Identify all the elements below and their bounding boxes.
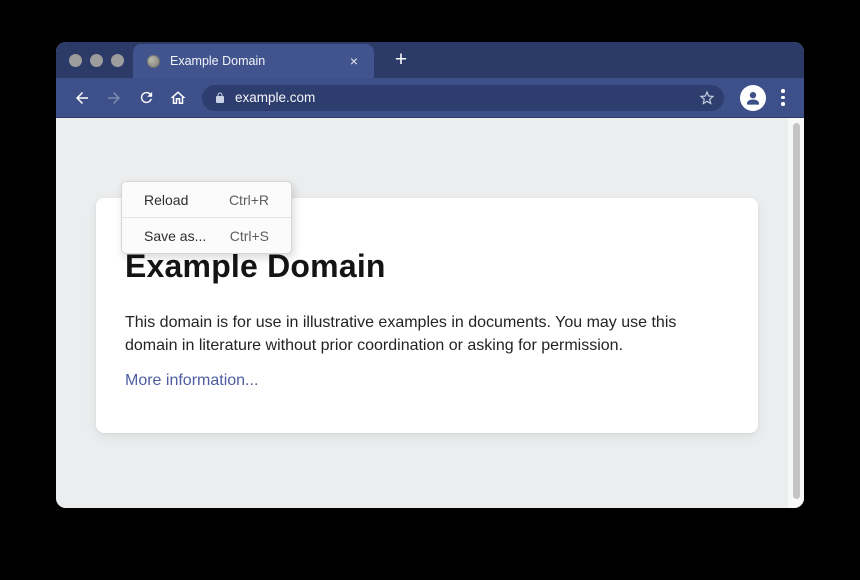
menu-item-label: Reload [144, 192, 188, 208]
context-menu-item-reload[interactable]: Reload Ctrl+R [122, 182, 291, 217]
profile-avatar-button[interactable] [740, 85, 766, 111]
kebab-dot [781, 89, 785, 93]
screenshot-canvas: { "window": { "tab": { "title": "Example… [0, 0, 860, 580]
back-arrow-icon [73, 89, 91, 107]
context-menu: Reload Ctrl+R Save as... Ctrl+S [121, 181, 292, 254]
home-button[interactable] [166, 86, 190, 110]
minimize-window-button[interactable] [90, 54, 103, 67]
menu-item-shortcut: Ctrl+S [230, 228, 269, 244]
tab-close-icon[interactable]: × [350, 54, 358, 68]
forward-button[interactable] [102, 86, 126, 110]
menu-item-label: Save as... [144, 228, 206, 244]
bookmark-button[interactable] [698, 89, 716, 107]
reload-button[interactable] [134, 86, 158, 110]
kebab-dot [781, 96, 785, 100]
maximize-window-button[interactable] [111, 54, 124, 67]
scrollbar-track[interactable] [788, 118, 804, 508]
browser-menu-button[interactable] [774, 86, 792, 110]
kebab-dot [781, 102, 785, 106]
browser-window: Example Domain × + example.com [56, 42, 804, 508]
browser-tab[interactable]: Example Domain × [133, 44, 374, 78]
scrollbar-thumb[interactable] [793, 123, 800, 499]
tab-title: Example Domain [170, 54, 350, 68]
back-button[interactable] [70, 86, 94, 110]
lock-icon [214, 91, 226, 105]
url-text: example.com [235, 90, 698, 105]
traffic-lights [69, 54, 124, 67]
star-outline-icon [698, 89, 716, 107]
menu-item-shortcut: Ctrl+R [229, 192, 269, 208]
avatar-person-icon [743, 88, 763, 108]
titlebar: Example Domain × + [56, 42, 804, 78]
page-body-text: This domain is for use in illustrative e… [125, 311, 717, 357]
browser-toolbar: example.com [56, 78, 804, 118]
home-icon [169, 89, 187, 107]
more-information-link[interactable]: More information... [125, 372, 258, 390]
new-tab-button[interactable]: + [386, 45, 416, 75]
forward-arrow-icon [105, 89, 123, 107]
context-menu-item-save-as[interactable]: Save as... Ctrl+S [122, 218, 291, 253]
close-window-button[interactable] [69, 54, 82, 67]
reload-icon [138, 89, 155, 106]
page-viewport: Example Domain This domain is for use in… [56, 118, 804, 508]
address-bar[interactable]: example.com [202, 85, 724, 111]
globe-favicon-icon [147, 55, 160, 68]
